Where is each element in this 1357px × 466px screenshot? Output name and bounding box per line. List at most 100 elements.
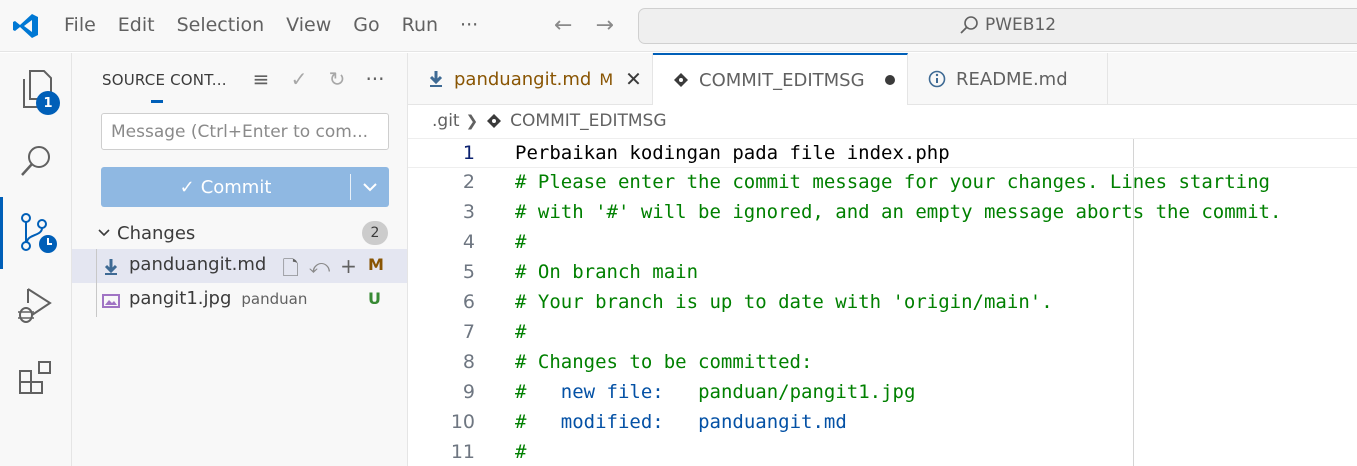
file-status-untracked: U [368, 289, 381, 308]
editor-line[interactable]: 9 # new file: panduan/pangit1.jpg [408, 378, 1357, 408]
editor-tabs: panduangit.md M ✕ COMMIT_EDITMSG README.… [408, 53, 1357, 105]
tab-label: COMMIT_EDITMSG [699, 69, 865, 91]
line-text: # Your branch is up to date with 'origin… [515, 291, 1053, 313]
source-control-sidebar: SOURCE CONT... ≡ ✓ ↻ ··· Message (Ctrl+E… [72, 53, 408, 466]
explorer-button[interactable]: 1 [0, 53, 72, 125]
source-control-button[interactable] [0, 197, 72, 269]
tab-commit-editmsg[interactable]: COMMIT_EDITMSG [653, 53, 908, 105]
line-number: 2 [462, 171, 475, 193]
changed-file-row[interactable]: pangit1.jpg panduan U [72, 283, 407, 317]
file-name: panduangit.md [129, 254, 267, 275]
line-text: # [515, 441, 527, 463]
close-icon[interactable]: ✕ [625, 67, 642, 91]
menu-view[interactable]: View [286, 14, 331, 36]
changes-label: Changes [117, 222, 196, 244]
back-arrow-icon[interactable]: ← [554, 13, 572, 38]
line-number: 1 [462, 142, 475, 164]
chevron-down-icon [363, 183, 377, 192]
line-number: 6 [462, 291, 475, 313]
keyword-token: new file: [560, 381, 664, 403]
path-token: panduangit.md [698, 411, 847, 433]
tab-label: panduangit.md [454, 68, 592, 90]
changes-group-header[interactable]: Changes 2 [90, 219, 408, 247]
line-number: 7 [462, 321, 475, 343]
info-icon [928, 70, 946, 88]
tree-indent-guide [96, 283, 97, 317]
search-view-button[interactable] [0, 125, 72, 197]
tab-modified-indicator: M [599, 69, 614, 89]
editor-line[interactable]: 6 # Your branch is up to date with 'orig… [408, 288, 1357, 318]
editor-line[interactable]: 8 # Changes to be committed: [408, 348, 1357, 378]
line-text: # Changes to be committed: [515, 351, 813, 373]
line-number: 8 [462, 351, 475, 373]
editor-line[interactable]: 11 # [408, 438, 1357, 466]
vscode-logo-icon [13, 14, 38, 38]
commit-check-icon[interactable]: ✓ [280, 67, 318, 91]
file-name: pangit1.jpg panduan [129, 288, 308, 309]
markdown-file-icon [428, 70, 444, 88]
menu-file[interactable]: File [64, 14, 96, 36]
chevron-right-icon: ❯ [465, 112, 479, 130]
commit-dropdown-button[interactable] [351, 182, 389, 192]
tab-readme-md[interactable]: README.md [908, 53, 1108, 105]
nav-arrows: ← → [554, 13, 630, 38]
editor-line[interactable]: 7 # [408, 318, 1357, 348]
menu-selection[interactable]: Selection [177, 14, 265, 36]
keyword-token: modified: [560, 411, 664, 433]
commit-button-separator [350, 174, 351, 200]
file-status-modified: M [368, 255, 384, 274]
line-number: 3 [462, 201, 475, 223]
git-file-icon [673, 72, 689, 88]
run-debug-button[interactable] [0, 269, 72, 341]
editor-line[interactable]: 1 Perbaikan kodingan pada file index.php [408, 138, 1357, 168]
command-center-search[interactable]: PWEB12 [638, 8, 1357, 44]
check-icon: ✓ [179, 176, 195, 198]
tab-panduangit-md[interactable]: panduangit.md M ✕ [408, 53, 653, 105]
editor-line[interactable]: 5 # On branch main [408, 258, 1357, 288]
more-actions-icon[interactable]: ··· [356, 67, 394, 91]
changes-count-badge: 2 [362, 221, 388, 245]
line-text: # On branch main [515, 261, 699, 283]
extensions-icon [19, 361, 51, 394]
breadcrumb-folder[interactable]: .git [432, 111, 460, 131]
forward-arrow-icon[interactable]: → [595, 13, 613, 38]
menu-go[interactable]: Go [353, 14, 379, 36]
sidebar-title: SOURCE CONT... [102, 71, 227, 89]
activity-bar: 1 [0, 53, 72, 466]
line-text: # [515, 231, 527, 253]
commit-button[interactable]: ✓ Commit [101, 167, 389, 207]
menu-more[interactable]: ··· [460, 14, 478, 36]
editor-line[interactable]: 4 # [408, 228, 1357, 258]
refresh-icon[interactable]: ↻ [318, 67, 356, 91]
breadcrumb-file[interactable]: COMMIT_EDITMSG [510, 111, 666, 131]
line-text: # with '#' will be ignored, and an empty… [515, 201, 1282, 223]
tree-indent-guide [96, 249, 97, 283]
breadcrumb: .git ❯ COMMIT_EDITMSG [432, 111, 667, 131]
source-control-icon [20, 213, 57, 253]
line-number: 11 [450, 441, 475, 463]
line-number: 5 [462, 261, 475, 283]
menu-run[interactable]: Run [402, 14, 438, 36]
explorer-badge: 1 [36, 91, 60, 115]
tab-label: README.md [956, 68, 1068, 90]
commit-message-input[interactable]: Message (Ctrl+Enter to com... [101, 113, 389, 150]
unsaved-dot-icon[interactable] [884, 75, 895, 85]
menu-bar: File Edit Selection View Go Run ··· [64, 14, 500, 36]
line-number: 10 [450, 411, 475, 433]
line-number: 4 [462, 231, 475, 253]
editor-line[interactable]: 2 # Please enter the commit message for … [408, 168, 1357, 198]
view-as-tree-icon[interactable]: ≡ [242, 67, 280, 91]
extensions-button[interactable] [0, 341, 72, 413]
search-icon [960, 16, 978, 34]
search-icon [21, 146, 50, 176]
commit-button-main[interactable]: ✓ Commit [101, 177, 350, 198]
code-editor[interactable]: 1 Perbaikan kodingan pada file index.php… [408, 138, 1357, 466]
changed-file-row[interactable]: panduangit.md 🗋 ⤺ + M [72, 249, 407, 283]
file-directory: panduan [241, 290, 308, 308]
line-text: # Please enter the commit message for yo… [515, 171, 1270, 193]
image-file-icon [102, 294, 120, 308]
editor-line[interactable]: 10 # modified: panduangit.md [408, 408, 1357, 438]
menu-edit[interactable]: Edit [118, 14, 155, 36]
path-token: panduan/pangit1.jpg [698, 381, 916, 403]
editor-line[interactable]: 3 # with '#' will be ignored, and an emp… [408, 198, 1357, 228]
